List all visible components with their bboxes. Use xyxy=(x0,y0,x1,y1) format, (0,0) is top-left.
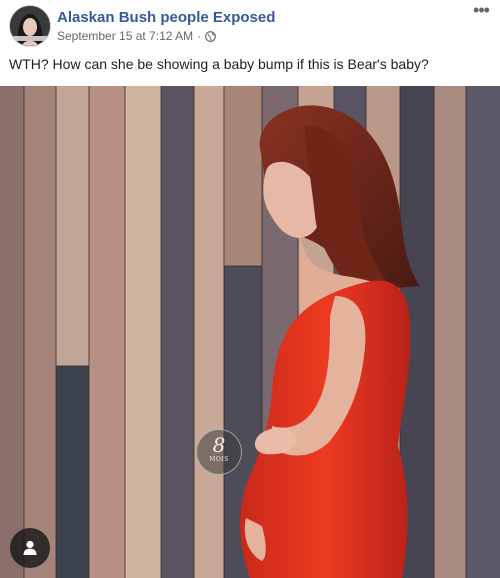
post-meta: September 15 at 7:12 AM · xyxy=(57,29,217,43)
person-tag-icon xyxy=(23,540,37,555)
post-photo[interactable]: 8 MOIS xyxy=(0,86,500,578)
watermark-number: 8 xyxy=(212,433,226,457)
post-header: Alaskan Bush people Exposed September 15… xyxy=(0,0,500,52)
more-horizontal-icon: ••• xyxy=(473,0,490,20)
avatar-image xyxy=(10,6,50,46)
pregnant-woman-photo xyxy=(0,86,500,578)
page-name-link[interactable]: Alaskan Bush people Exposed xyxy=(57,9,275,26)
tag-people-button[interactable] xyxy=(10,528,50,568)
photo-watermark-logo: 8 MOIS xyxy=(196,429,242,475)
post-text: WTH? How can she be showing a baby bump … xyxy=(9,56,429,72)
watermark-subtext: MOIS xyxy=(209,456,229,463)
more-options-button[interactable]: ••• xyxy=(470,1,492,20)
post-timestamp[interactable]: September 15 at 7:12 AM xyxy=(57,29,193,43)
meta-separator: · xyxy=(197,29,202,43)
page-avatar[interactable] xyxy=(9,5,51,47)
globe-icon[interactable] xyxy=(205,30,217,42)
